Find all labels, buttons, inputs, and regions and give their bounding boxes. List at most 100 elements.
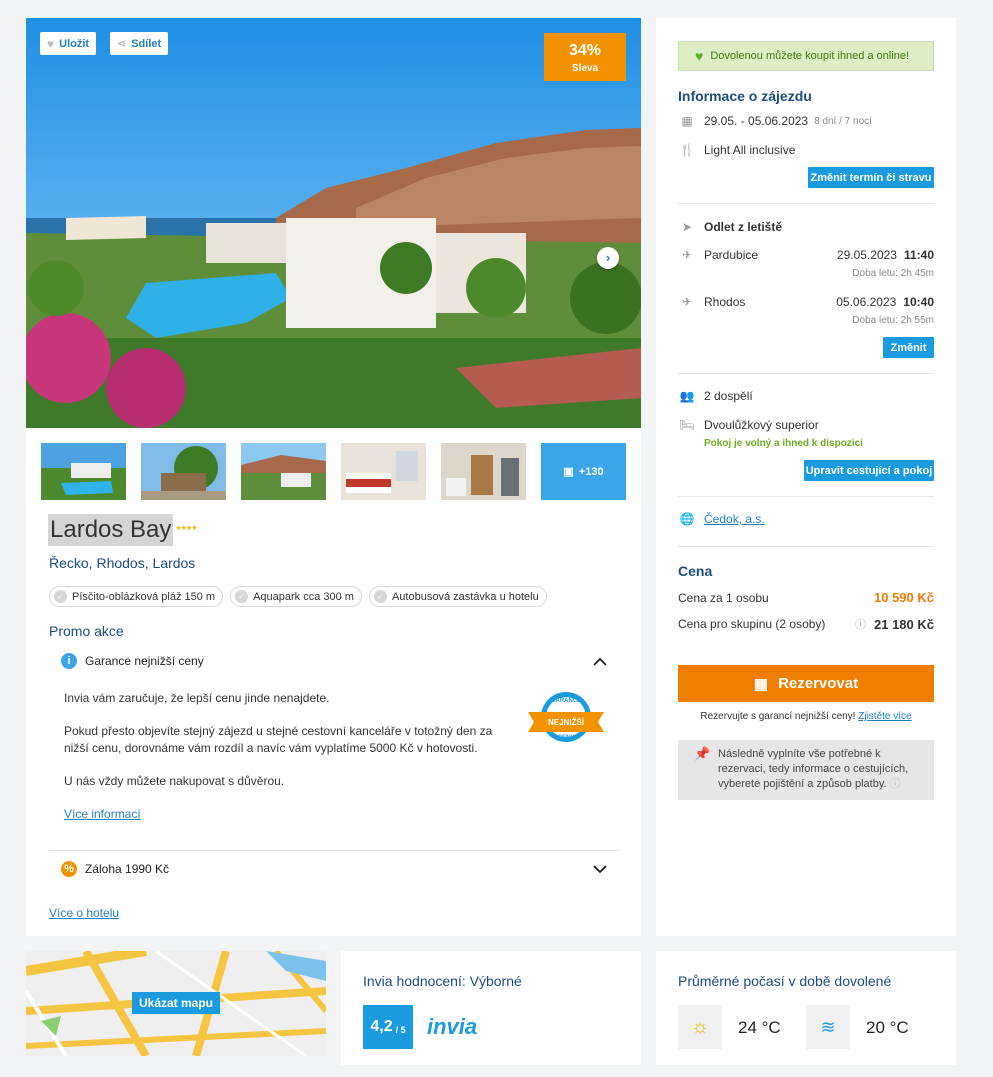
feature-chips: ✓ Písčito-oblázková pláž 150 m ✓ Aquapark … (49, 586, 547, 607)
lowest-price-badge-icon: GARANCE NEJNIŽŠÍ CENY (526, 690, 606, 748)
return-flight: ✈ Rhodos 05.06.2023 10:40 (678, 295, 934, 309)
info-icon[interactable]: ⓘ (890, 778, 901, 790)
more-photos-count: +130 (578, 465, 604, 478)
thumbnail-image (41, 443, 126, 500)
feature-chip: ✓ Aquapark cca 300 m (230, 586, 362, 607)
price-heading: Cena (678, 563, 713, 579)
guarantee-link[interactable]: Zjistěte více (858, 711, 911, 722)
guarantee-accordion-header[interactable]: i Garance nejnižší ceny (49, 644, 619, 678)
share-label: Sdílet (131, 37, 162, 50)
reserve-button[interactable]: ▦ Rezervovat (678, 665, 934, 702)
booking-card: ♥ Dovolenou můžete koupit ihned a online… (656, 18, 956, 936)
price-group-row: Cena pro skupinu (2 osoby) ⓘ 21 180 Kč (678, 616, 934, 632)
operator-link[interactable]: Čedok, a.s. (704, 512, 765, 526)
departure-heading-row: ➤ Odlet z letiště (678, 220, 934, 234)
feature-label: Písčito-oblázková pláž 150 m (72, 590, 216, 603)
badge-bottom-text: CENY (558, 735, 575, 741)
return-duration: Doba letu: 2h 55m (852, 315, 934, 326)
discount-badge: 34% Sleva (544, 33, 626, 81)
feature-chip: ✓ Písčito-oblázková pláž 150 m (49, 586, 224, 607)
thumbnail-strip: ▣ +130 (41, 443, 626, 500)
guarantee-title: Garance nejnižší ceny (85, 654, 204, 668)
outbound-duration: Doba letu: 2h 45m (852, 268, 934, 279)
thumbnail-image (241, 443, 326, 500)
more-info-link[interactable]: Více informací (64, 807, 141, 821)
divider (678, 546, 934, 547)
thumbnail-image (441, 443, 526, 500)
thumbnail[interactable] (341, 443, 426, 500)
travellers-value: 2 dospělí (704, 389, 753, 403)
next-photo-button[interactable]: › (597, 247, 619, 269)
operator-row: 🌐 Čedok, a.s. (678, 512, 934, 526)
hotel-location: Řecko, Rhodos, Lardos (49, 555, 196, 571)
save-button[interactable]: ♥ Uložit (40, 32, 97, 55)
board-value: Light All inclusive (704, 143, 796, 157)
heart-icon: ♥ (695, 48, 704, 64)
return-date: 05.06.2023 (836, 295, 897, 309)
star-rating-icon: ★★★★ (175, 525, 197, 532)
promo-heading: Promo akce (49, 623, 124, 639)
thumbnail[interactable] (241, 443, 326, 500)
sun-icon: ☼ (678, 1005, 722, 1049)
discount-label: Sleva (571, 63, 599, 74)
more-photos-button[interactable]: ▣ +130 (541, 443, 626, 500)
more-about-hotel-link[interactable]: Více o hotelu (49, 906, 119, 920)
hotel-title: Lardos Bay ★★★★ (48, 514, 198, 546)
change-flight-button[interactable]: Změnit (883, 337, 934, 358)
departure-heading: Odlet z letiště (704, 220, 783, 234)
save-label: Uložit (59, 37, 90, 50)
edit-travellers-button[interactable]: Upravit cestující a pokoj (804, 460, 934, 481)
thumbnail-image (341, 443, 426, 500)
heart-icon: ♥ (47, 36, 55, 51)
divider (49, 850, 619, 851)
info-icon[interactable]: ⓘ (855, 616, 866, 632)
price-group: 21 180 Kč (874, 616, 934, 632)
rating-heading: Invia hodnocení: Výborné (363, 973, 522, 989)
feature-label: Aquapark cca 300 m (253, 590, 354, 603)
guarantee-note: Rezervujte s garancí nejnižší ceny! Zjis… (678, 711, 934, 722)
rating-score-box: 4,2 / 5 (363, 1005, 413, 1049)
takeoff-icon: ✈ (681, 248, 693, 262)
room-status: Pokoj je volný a ihned k dispozici (704, 438, 863, 449)
availability-text: Dovolenou můžete koupit ihned a online! (710, 50, 910, 62)
thumbnail[interactable] (41, 443, 126, 500)
room-row: 🛏 Dvoulůžkový superior (678, 418, 934, 432)
plane-icon: ➤ (681, 220, 693, 234)
return-airport: Rhodos (704, 295, 746, 309)
people-icon: 👥 (679, 389, 695, 403)
calendar-icon: ▦ (681, 114, 693, 128)
next-steps-text: Následně vyplníte vše potřebné k rezerva… (718, 748, 909, 790)
discount-percent: 34% (568, 42, 602, 59)
guarantee-text: Pokud přesto objevíte stejný zájezd u st… (64, 724, 493, 755)
hero-photo[interactable]: ♥ Uložit ⋖ Sdílet 34% Sleva › (26, 18, 641, 428)
show-map-button[interactable]: Ukázat mapu (132, 992, 220, 1014)
thumbnail[interactable] (141, 443, 226, 500)
thumbnail-image (141, 443, 226, 500)
reserve-label: Rezervovat (778, 675, 859, 692)
guarantee-note-text: Rezervujte s garancí nejnižší ceny! (700, 711, 856, 722)
chevron-down-icon (593, 861, 607, 877)
outbound-date: 29.05.2023 (836, 248, 897, 262)
info-icon: i (61, 653, 77, 669)
invia-logo: invia (427, 1014, 478, 1039)
landing-icon: ✈ (681, 295, 693, 309)
bed-icon: 🛏 (679, 418, 695, 432)
price-per-person-label: Cena za 1 osobu (678, 590, 769, 605)
map-preview[interactable]: Ukázat mapu (26, 951, 326, 1056)
duration-value: 8 dní / 7 nocí (814, 115, 872, 127)
hotel-name: Lardos Bay (48, 514, 174, 546)
check-icon: ✓ (235, 590, 249, 603)
return-time: 10:40 (903, 295, 934, 309)
outbound-flight: ✈ Pardubice 29.05.2023 11:40 (678, 248, 934, 262)
check-icon: ✓ (54, 590, 67, 603)
divider (678, 496, 934, 497)
share-button[interactable]: ⋖ Sdílet (110, 32, 169, 55)
return-duration-row: Doba letu: 2h 55m (678, 315, 934, 326)
guarantee-text: U nás vždy můžete nakupovat s důvěrou. (64, 774, 285, 788)
share-icon: ⋖ (117, 38, 127, 50)
thumbnail[interactable] (441, 443, 526, 500)
air-temperature: 24 °C (738, 1018, 781, 1037)
change-term-button[interactable]: Změnit termín či stravu (808, 167, 934, 188)
outbound-time: 11:40 (903, 248, 934, 262)
deposit-accordion-header[interactable]: % Záloha 1990 Kč (49, 852, 619, 886)
